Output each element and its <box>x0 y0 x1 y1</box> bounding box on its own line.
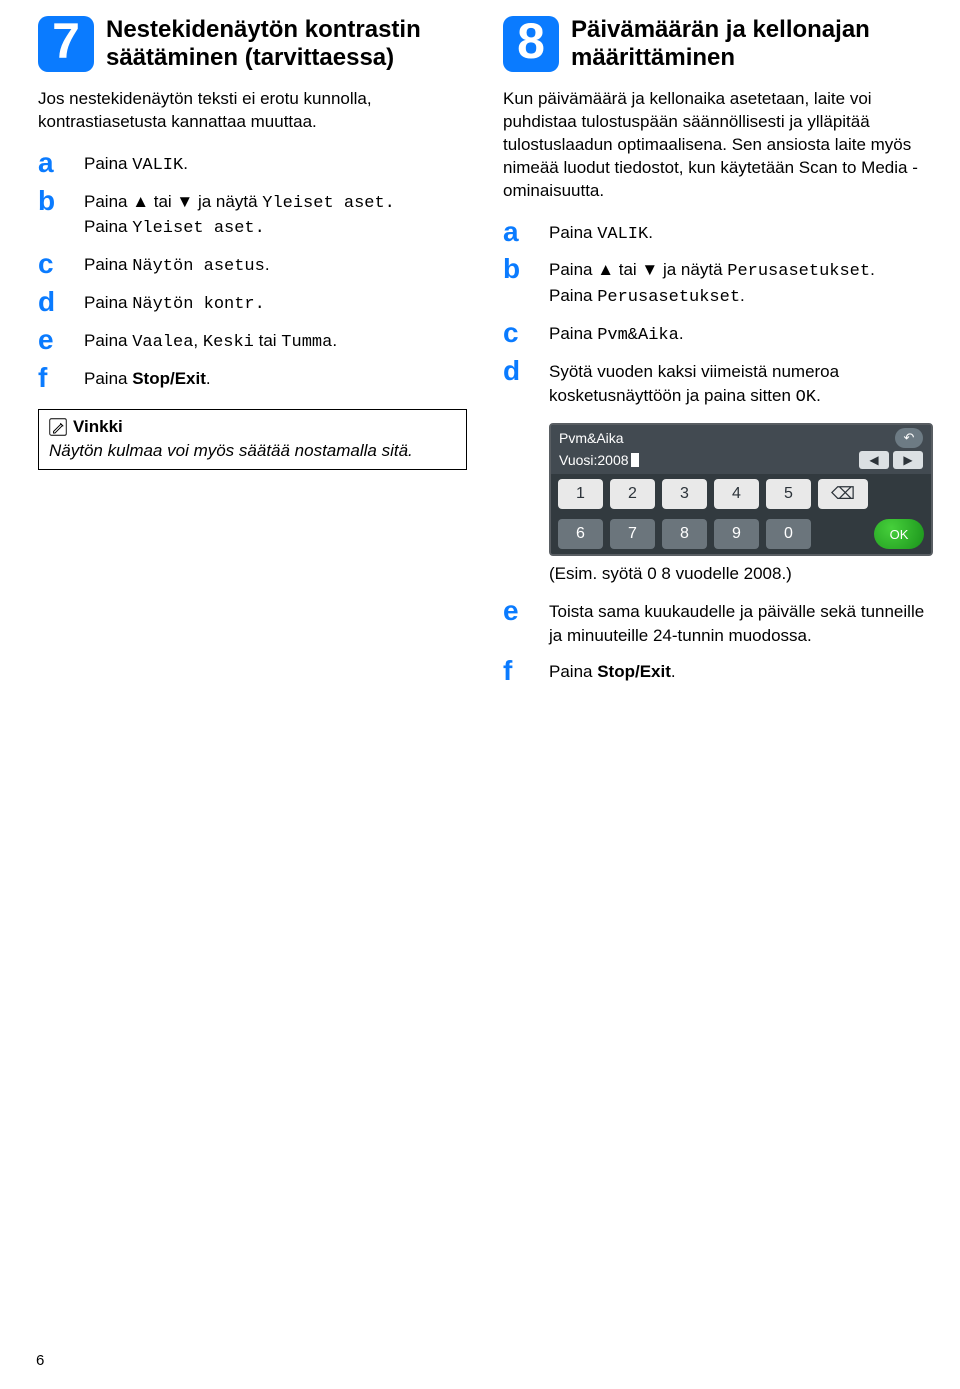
step-letter-f: f <box>503 658 549 684</box>
key-4[interactable]: 4 <box>714 479 759 509</box>
key-3[interactable]: 3 <box>662 479 707 509</box>
key-0[interactable]: 0 <box>766 519 811 549</box>
pencil-icon <box>49 418 67 436</box>
step-letter-e: e <box>38 327 84 353</box>
step-letter-b: b <box>38 188 84 214</box>
tip-body: Näytön kulmaa voi myös säätää nostamalla… <box>49 441 456 461</box>
step-8a-text: Paina VALIK. <box>549 219 653 247</box>
section-8-heading: 8 Päivämäärän ja kellonajan määrittämine… <box>503 16 932 72</box>
backspace-icon[interactable]: ⌫ <box>818 479 868 509</box>
keypad-screen: Pvm&Aika ↶ Vuosi:2008 ◀ ▶ 1 2 3 4 5 <box>549 423 933 556</box>
step-letter-b: b <box>503 256 549 282</box>
section-7-heading: 7 Nestekidenäytön kontrastin säätäminen … <box>38 16 467 72</box>
step-8f-text: Paina Stop/Exit. <box>549 658 676 684</box>
section-7-title: Nestekidenäytön kontrastin säätäminen (t… <box>106 16 467 71</box>
tip-box: Vinkki Näytön kulmaa voi myös säätää nos… <box>38 409 467 470</box>
step-8c-text: Paina Pvm&Aika. <box>549 320 684 348</box>
arrow-left-icon[interactable]: ◀ <box>859 451 889 469</box>
right-column: 8 Päivämäärän ja kellonajan määrittämine… <box>503 16 932 694</box>
step-letter-d: d <box>38 289 84 315</box>
step-letter-c: c <box>503 320 549 346</box>
section-8-steps-cont: e Toista sama kuukaudelle ja päivälle se… <box>503 598 932 684</box>
keypad-title: Pvm&Aika <box>559 430 624 446</box>
keypad-subtitle: Vuosi:2008 <box>559 452 639 468</box>
step-letter-e: e <box>503 598 549 624</box>
step-7d-text: Paina Näytön kontr. <box>84 289 265 317</box>
step-7f-text: Paina Stop/Exit. <box>84 365 211 391</box>
section-7-intro: Jos nestekidenäytön teksti ei erotu kunn… <box>38 88 467 134</box>
step-letter-c: c <box>38 251 84 277</box>
step-badge-8: 8 <box>503 16 559 72</box>
arrow-right-icon[interactable]: ▶ <box>893 451 923 469</box>
tip-title: Vinkki <box>73 417 123 437</box>
step-letter-d: d <box>503 358 549 384</box>
ok-button[interactable]: OK <box>874 519 924 549</box>
step-8b-text: Paina ▲ tai ▼ ja näytä Perusasetukset. P… <box>549 256 875 310</box>
section-7-steps: a Paina VALIK. b Paina ▲ tai ▼ ja näytä … <box>38 150 467 391</box>
left-column: 7 Nestekidenäytön kontrastin säätäminen … <box>38 16 467 694</box>
keypad-caption: (Esim. syötä 0 8 vuodelle 2008.) <box>549 564 932 584</box>
key-7[interactable]: 7 <box>610 519 655 549</box>
step-badge-7: 7 <box>38 16 94 72</box>
step-letter-a: a <box>38 150 84 176</box>
key-5[interactable]: 5 <box>766 479 811 509</box>
back-icon[interactable]: ↶ <box>895 428 923 448</box>
key-2[interactable]: 2 <box>610 479 655 509</box>
step-7b-text: Paina ▲ tai ▼ ja näytä Yleiset aset. Pai… <box>84 188 395 242</box>
step-7e-text: Paina Vaalea, Keski tai Tumma. <box>84 327 337 355</box>
section-8-title: Päivämäärän ja kellonajan määrittäminen <box>571 16 932 71</box>
key-9[interactable]: 9 <box>714 519 759 549</box>
step-letter-a: a <box>503 219 549 245</box>
step-8e-text: Toista sama kuukaudelle ja päivälle sekä… <box>549 598 932 648</box>
key-6[interactable]: 6 <box>558 519 603 549</box>
step-8d-text: Syötä vuoden kaksi viimeistä numeroa kos… <box>549 358 932 410</box>
page-number: 6 <box>36 1352 44 1369</box>
step-7c-text: Paina Näytön asetus. <box>84 251 270 279</box>
section-8-intro: Kun päivämäärä ja kellonaika asetetaan, … <box>503 88 932 203</box>
key-8[interactable]: 8 <box>662 519 707 549</box>
step-7a-text: Paina VALIK. <box>84 150 188 178</box>
step-letter-f: f <box>38 365 84 391</box>
section-8-steps: a Paina VALIK. b Paina ▲ tai ▼ ja näytä … <box>503 219 932 410</box>
key-1[interactable]: 1 <box>558 479 603 509</box>
